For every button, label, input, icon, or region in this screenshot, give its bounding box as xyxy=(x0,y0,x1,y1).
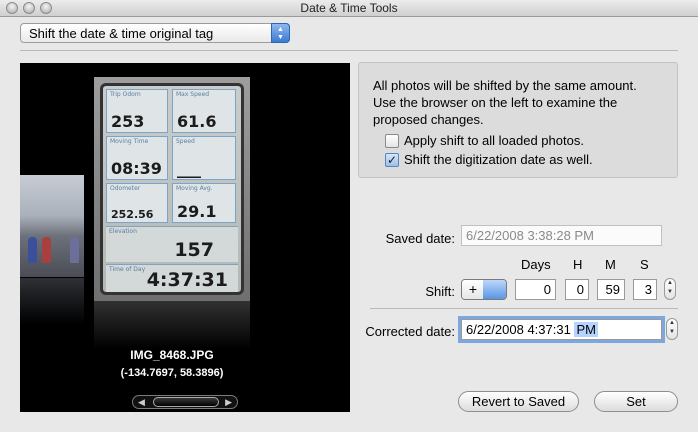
set-button[interactable]: Set xyxy=(594,391,678,412)
person-figure xyxy=(42,237,51,263)
photo-coordinates: (-134.7697, 58.3896) xyxy=(120,367,224,379)
gps-value: 253 xyxy=(111,112,145,131)
plus-segment[interactable]: + xyxy=(462,280,485,299)
minus-segment[interactable] xyxy=(483,280,506,299)
gps-cell-odometer: Odometer 252.56 xyxy=(106,183,168,223)
gps-caption: Moving Time xyxy=(110,138,149,145)
gps-device-screen: Trip Odom 253 Max Speed 61.6 Moving Time… xyxy=(100,83,244,295)
minutes-column-header: M xyxy=(605,257,616,272)
gps-value: 29.1 xyxy=(177,202,217,221)
scroll-left-icon[interactable]: ◀ xyxy=(138,396,145,408)
gps-caption: Odometer xyxy=(110,185,141,192)
shift-hours-input[interactable]: 0 xyxy=(565,279,589,300)
info-message: All photos will be shifted by the same a… xyxy=(373,78,637,127)
gps-caption: Speed xyxy=(176,138,195,145)
corrected-date-value: 6/22/2008 4:37:31 xyxy=(466,322,575,337)
scrollbar-thumb[interactable] xyxy=(153,397,219,407)
popup-arrows-icon: ▲ ▼ xyxy=(271,23,290,43)
gps-cell-elevation: Elevation 157 xyxy=(106,226,238,262)
photo-filename: IMG_8468.JPG xyxy=(130,348,214,362)
gps-caption: Time of Day xyxy=(109,266,146,273)
mode-popup[interactable]: Shift the date & time original tag ▲ ▼ xyxy=(20,23,290,43)
corrected-date-stepper[interactable]: ▲ ▼ xyxy=(666,318,678,340)
shift-minutes-input[interactable]: 59 xyxy=(597,279,625,300)
adjacent-photo-thumbnail[interactable] xyxy=(20,175,84,277)
gps-cell-max-speed: Max Speed 61.6 xyxy=(172,89,236,133)
gps-cell-moving-avg: Moving Avg. 29.1 xyxy=(172,183,236,223)
person-figure xyxy=(70,237,79,263)
window-title: Date & Time Tools xyxy=(300,1,398,15)
shift-seconds-input[interactable]: 3 xyxy=(633,279,657,300)
window-content: Shift the date & time original tag ▲ ▼ Tr… xyxy=(0,17,698,432)
seconds-column-header: S xyxy=(640,257,649,272)
browser-scrollbar[interactable]: ◀ ▶ xyxy=(132,395,238,409)
scroll-right-icon[interactable]: ▶ xyxy=(225,396,232,408)
days-column-header: Days xyxy=(521,257,551,272)
gps-value: 61.6 xyxy=(177,112,217,131)
apply-all-checkbox[interactable] xyxy=(385,134,399,148)
shift-days-input[interactable]: 0 xyxy=(515,279,556,300)
current-photo-reflection xyxy=(94,301,250,349)
person-figure xyxy=(28,237,37,263)
shift-label: Shift: xyxy=(425,284,455,299)
gps-cell-trip-odom: Trip Odom 253 xyxy=(106,89,168,133)
photo-browser[interactable]: Trip Odom 253 Max Speed 61.6 Moving Time… xyxy=(20,63,350,412)
gps-cell-time-of-day: Time of Day 4:37:31 xyxy=(106,264,238,292)
gps-caption: Moving Avg. xyxy=(176,185,213,192)
revert-to-saved-button[interactable]: Revert to Saved xyxy=(458,391,579,412)
shift-direction-control[interactable]: + xyxy=(461,279,507,300)
separator xyxy=(370,308,678,309)
gps-value: 252.56 xyxy=(111,208,154,221)
corrected-ampm-segment[interactable]: PM xyxy=(574,322,598,337)
shift-stepper[interactable]: ▲ ▼ xyxy=(664,278,676,300)
adjacent-photo-reflection xyxy=(20,278,84,324)
gps-cell-speed: Speed ___ xyxy=(172,136,236,180)
corrected-date-field[interactable]: 6/22/2008 4:37:31 PM xyxy=(458,316,665,343)
gps-caption: Trip Odom xyxy=(110,91,141,98)
gps-value: ___ xyxy=(177,159,201,178)
gps-value: 157 xyxy=(174,239,214,261)
apply-all-label[interactable]: Apply shift to all loaded photos. xyxy=(404,133,584,148)
digitization-label[interactable]: Shift the digitization date as well. xyxy=(404,152,593,167)
hours-column-header: H xyxy=(573,257,583,272)
gps-caption: Elevation xyxy=(109,228,137,235)
corrected-date-label: Corrected date: xyxy=(365,324,455,339)
gps-caption: Max Speed xyxy=(176,91,210,98)
gps-value: 08:39 xyxy=(111,159,162,178)
title-bar: Date & Time Tools xyxy=(0,0,698,17)
info-panel: All photos will be shifted by the same a… xyxy=(358,62,678,178)
separator xyxy=(20,50,678,51)
current-photo[interactable]: Trip Odom 253 Max Speed 61.6 Moving Time… xyxy=(94,77,250,301)
mode-popup-label: Shift the date & time original tag xyxy=(29,26,214,41)
gps-value: 4:37:31 xyxy=(146,269,228,291)
gps-cell-moving-time: Moving Time 08:39 xyxy=(106,136,168,180)
saved-date-label: Saved date: xyxy=(385,231,455,246)
saved-date-field: 6/22/2008 3:38:28 PM xyxy=(461,225,662,246)
digitization-checkbox[interactable]: ✓ xyxy=(385,153,399,167)
